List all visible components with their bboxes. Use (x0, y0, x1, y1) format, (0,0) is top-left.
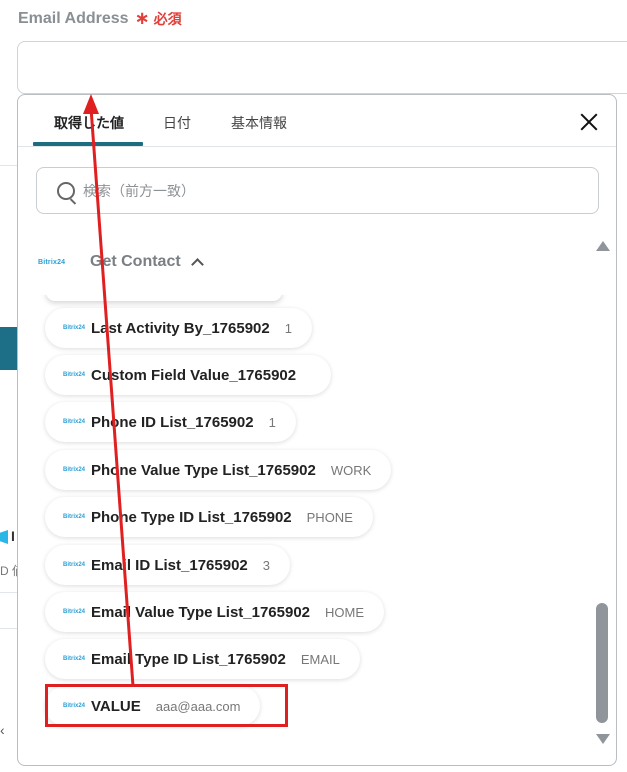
item-value: HOME (325, 604, 365, 620)
tab-fetched-values[interactable]: 取得した値 (54, 113, 124, 133)
item-label: Email Value Type List_1765902 (91, 603, 311, 621)
scroll-up-arrow-icon[interactable] (596, 241, 610, 251)
item-value: EMAIL (300, 651, 340, 667)
tab-date[interactable]: 日付 (163, 113, 191, 133)
background-button-fragment (0, 327, 17, 370)
bitrix24-logo: Bitrix24 (63, 514, 86, 520)
list-item[interactable]: Bitrix24 Last Activity By_1765902 1 (45, 308, 312, 348)
background-text-fragment: I (11, 528, 15, 544)
search-placeholder: 検索（前方一致） (83, 182, 195, 199)
item-label: Email ID List_1765902 (91, 556, 248, 574)
bitrix24-logo: Bitrix24 (63, 562, 86, 568)
value-picker-popup: 取得した値 日付 基本情報 検索（前方一致） Bitrix24 Get Cont… (17, 94, 617, 766)
email-field-label-text: Email Address (18, 9, 129, 27)
list-item[interactable]: Bitrix24 Email ID List_1765902 3 (45, 545, 290, 585)
item-value: 3 (262, 557, 270, 573)
background-divider (0, 165, 17, 166)
item-label: Email Type ID List_1765902 (91, 650, 286, 668)
background-app-icon (0, 530, 8, 544)
item-label: Phone Value Type List_1765902 (91, 461, 316, 479)
chevron-left-icon: ‹ (0, 722, 5, 738)
bitrix24-logo: Bitrix24 (63, 467, 86, 473)
active-tab-indicator (33, 142, 143, 146)
email-address-input[interactable] (17, 41, 627, 94)
background-subtext-fragment: D 値 (0, 564, 17, 578)
value-list: Bitrix24 Last Activity By_1765902 1 Bitr… (18, 295, 593, 735)
highlight-annotation-box (45, 684, 288, 727)
item-value: PHONE (306, 509, 353, 525)
close-icon[interactable] (576, 109, 602, 135)
item-label: Custom Field Value_1765902 (91, 366, 297, 384)
list-item[interactable]: Bitrix24 Phone Value Type List_1765902 W… (45, 450, 392, 490)
list-item[interactable]: Bitrix24 Custom Field Value_1765902 (45, 355, 332, 395)
list-item[interactable]: Bitrix24 Phone ID List_1765902 1 (45, 402, 296, 442)
list-item[interactable]: Bitrix24 Phone Type ID List_1765902 PHON… (45, 497, 373, 537)
list-item[interactable]: Bitrix24 Email Value Type List_1765902 H… (45, 592, 385, 632)
item-label: Last Activity By_1765902 (91, 319, 270, 337)
bitrix24-logo: Bitrix24 (63, 656, 86, 662)
tab-basic-info[interactable]: 基本情報 (231, 113, 287, 133)
search-icon (57, 181, 75, 200)
required-star: ∗ (134, 8, 150, 28)
search-input[interactable]: 検索（前方一致） (36, 167, 599, 214)
item-value: 1 (268, 414, 276, 430)
item-label: Phone ID List_1765902 (91, 413, 254, 431)
item-value: WORK (330, 462, 372, 478)
chevron-up-icon[interactable] (190, 258, 204, 271)
scrollbar-thumb[interactable] (596, 603, 608, 723)
bitrix24-logo: Bitrix24 (63, 325, 86, 331)
bitrix24-logo: Bitrix24 (38, 258, 66, 266)
item-value: 1 (284, 320, 292, 336)
background-divider (0, 592, 17, 593)
bitrix24-logo: Bitrix24 (63, 419, 86, 425)
required-text: 必須 (153, 10, 182, 27)
scroll-down-arrow-icon[interactable] (596, 734, 610, 744)
list-item-partial[interactable] (46, 295, 282, 301)
bitrix24-logo: Bitrix24 (63, 609, 86, 615)
group-header-get-contact[interactable]: Bitrix24 Get Contact (38, 253, 204, 271)
group-title: Get Contact (90, 253, 181, 270)
bitrix24-logo: Bitrix24 (63, 372, 86, 378)
background-divider (0, 628, 17, 629)
email-field-label: Email Address ∗ 必須 (18, 8, 182, 29)
tab-bar: 取得した値 日付 基本情報 (18, 95, 616, 147)
list-item[interactable]: Bitrix24 Email Type ID List_1765902 EMAI… (45, 639, 360, 679)
item-label: Phone Type ID List_1765902 (91, 508, 292, 526)
